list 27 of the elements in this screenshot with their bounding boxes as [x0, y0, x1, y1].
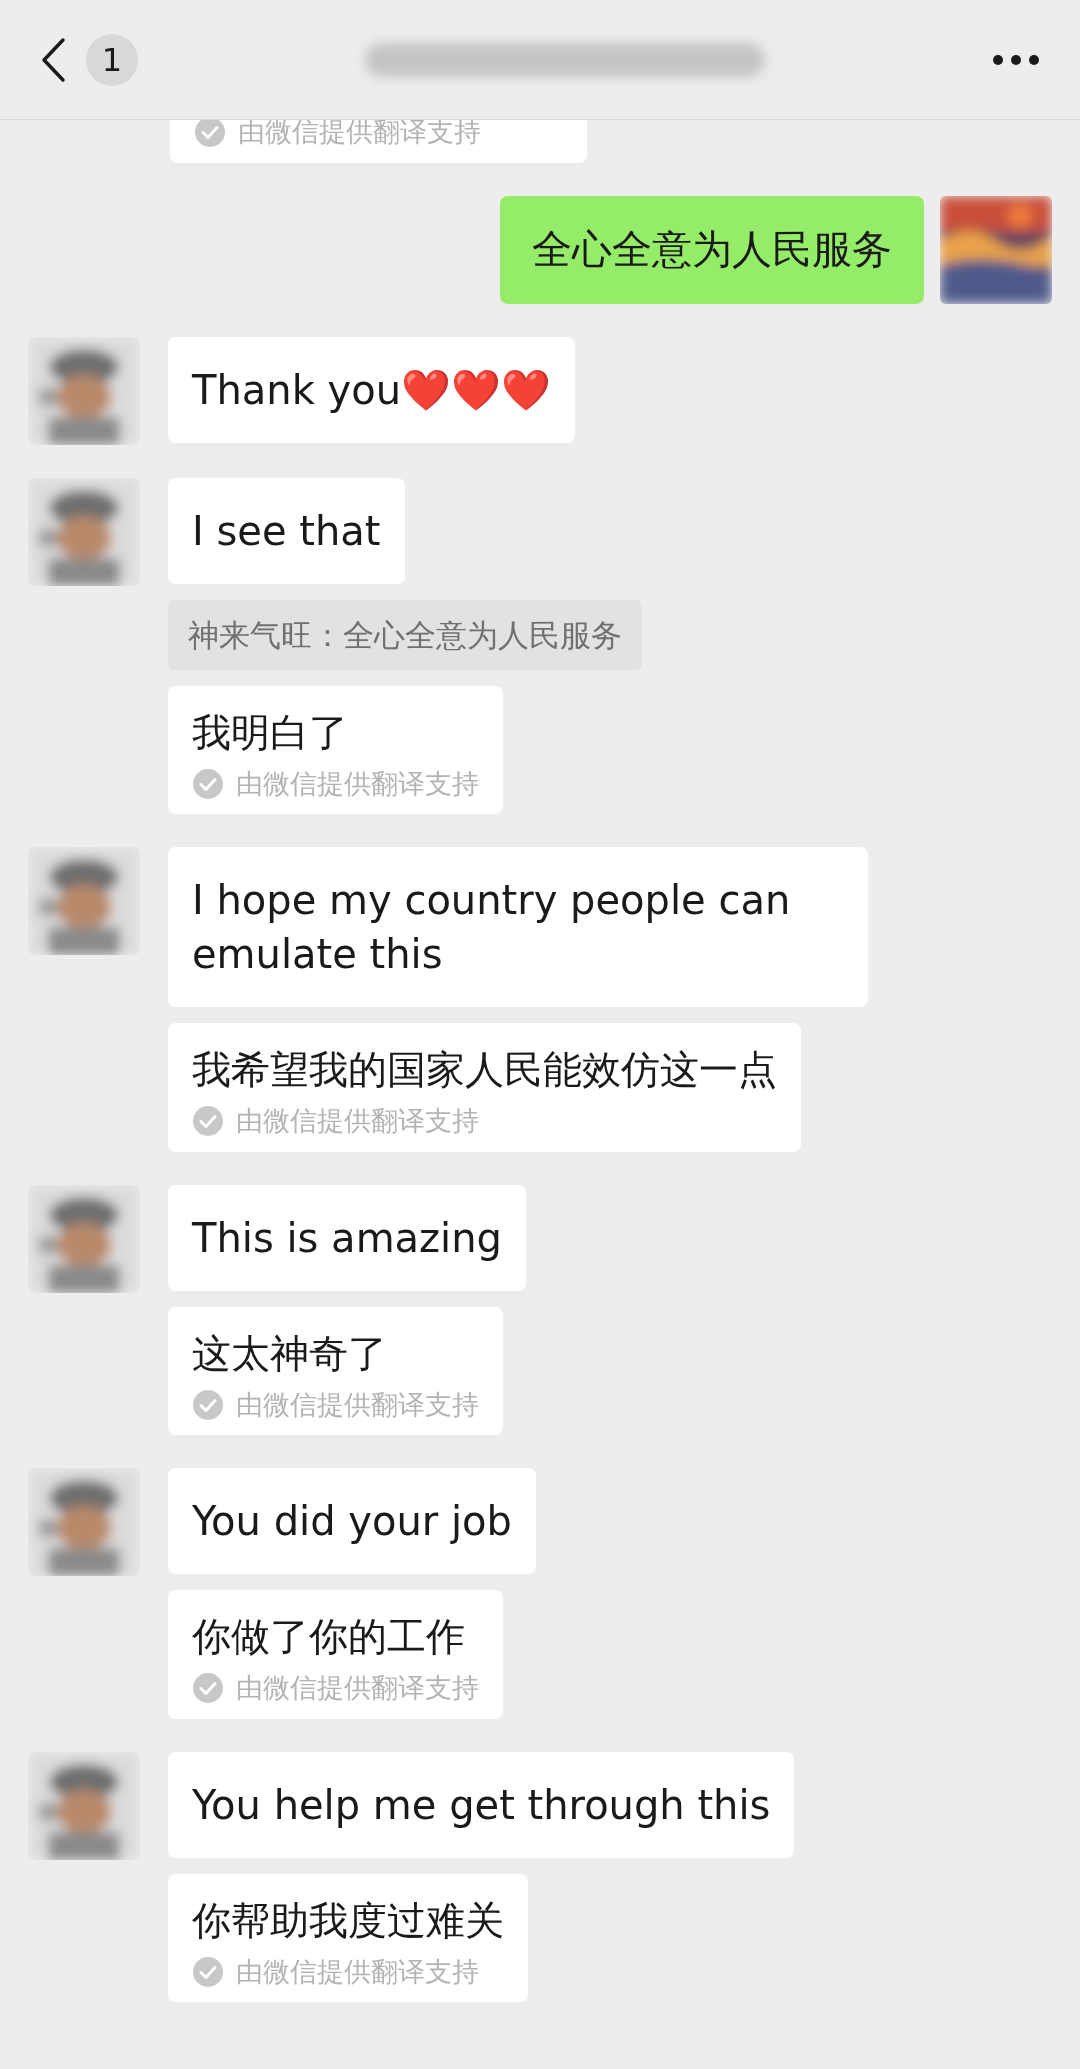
check-icon [192, 1105, 224, 1138]
check-icon [192, 767, 224, 800]
message-bubble: Thank you❤❤❤ [168, 336, 576, 443]
quoted-message: 神来气旺：全心全意为人民服务 [168, 599, 642, 670]
check-icon [192, 1672, 224, 1705]
message-bubble: You help me get through this [168, 1751, 795, 1858]
translated-text: 你做了你的工作 [192, 1613, 466, 1661]
translation-credit: 由微信提供翻译支持 [236, 1387, 479, 1422]
translation-credit: 由微信提供翻译支持 [236, 1954, 479, 1989]
translated-text: 这太神奇了 [192, 1329, 388, 1378]
translation-credit: 由微信提供翻译支持 [236, 766, 479, 801]
message-bubble: I see that [168, 477, 405, 584]
check-icon [192, 1388, 224, 1421]
message-bubble: You did your job [168, 1468, 536, 1574]
translation-credit: 由微信提供翻译支持 [238, 115, 481, 149]
more-icon[interactable] [992, 53, 1040, 66]
translated-text: 你帮助我度过难关 [192, 1896, 504, 1945]
message-bubble: I hope my country people can emulate this [168, 847, 868, 1007]
message-bubble: This is amazing [168, 1184, 526, 1291]
back-icon[interactable] [40, 36, 66, 83]
translation-credit: 由微信提供翻译支持 [236, 1671, 479, 1705]
translated-text: 我明白了 [192, 708, 349, 757]
check-icon [192, 1955, 224, 1988]
unread-count: 1 [86, 33, 138, 86]
translated-text: 我希望我的国家人民能效仿这一点 [192, 1046, 777, 1094]
translation-credit: 由微信提供翻译支持 [236, 1104, 479, 1138]
sent-message-bubble: 全心全意为人民服务 [500, 195, 924, 304]
